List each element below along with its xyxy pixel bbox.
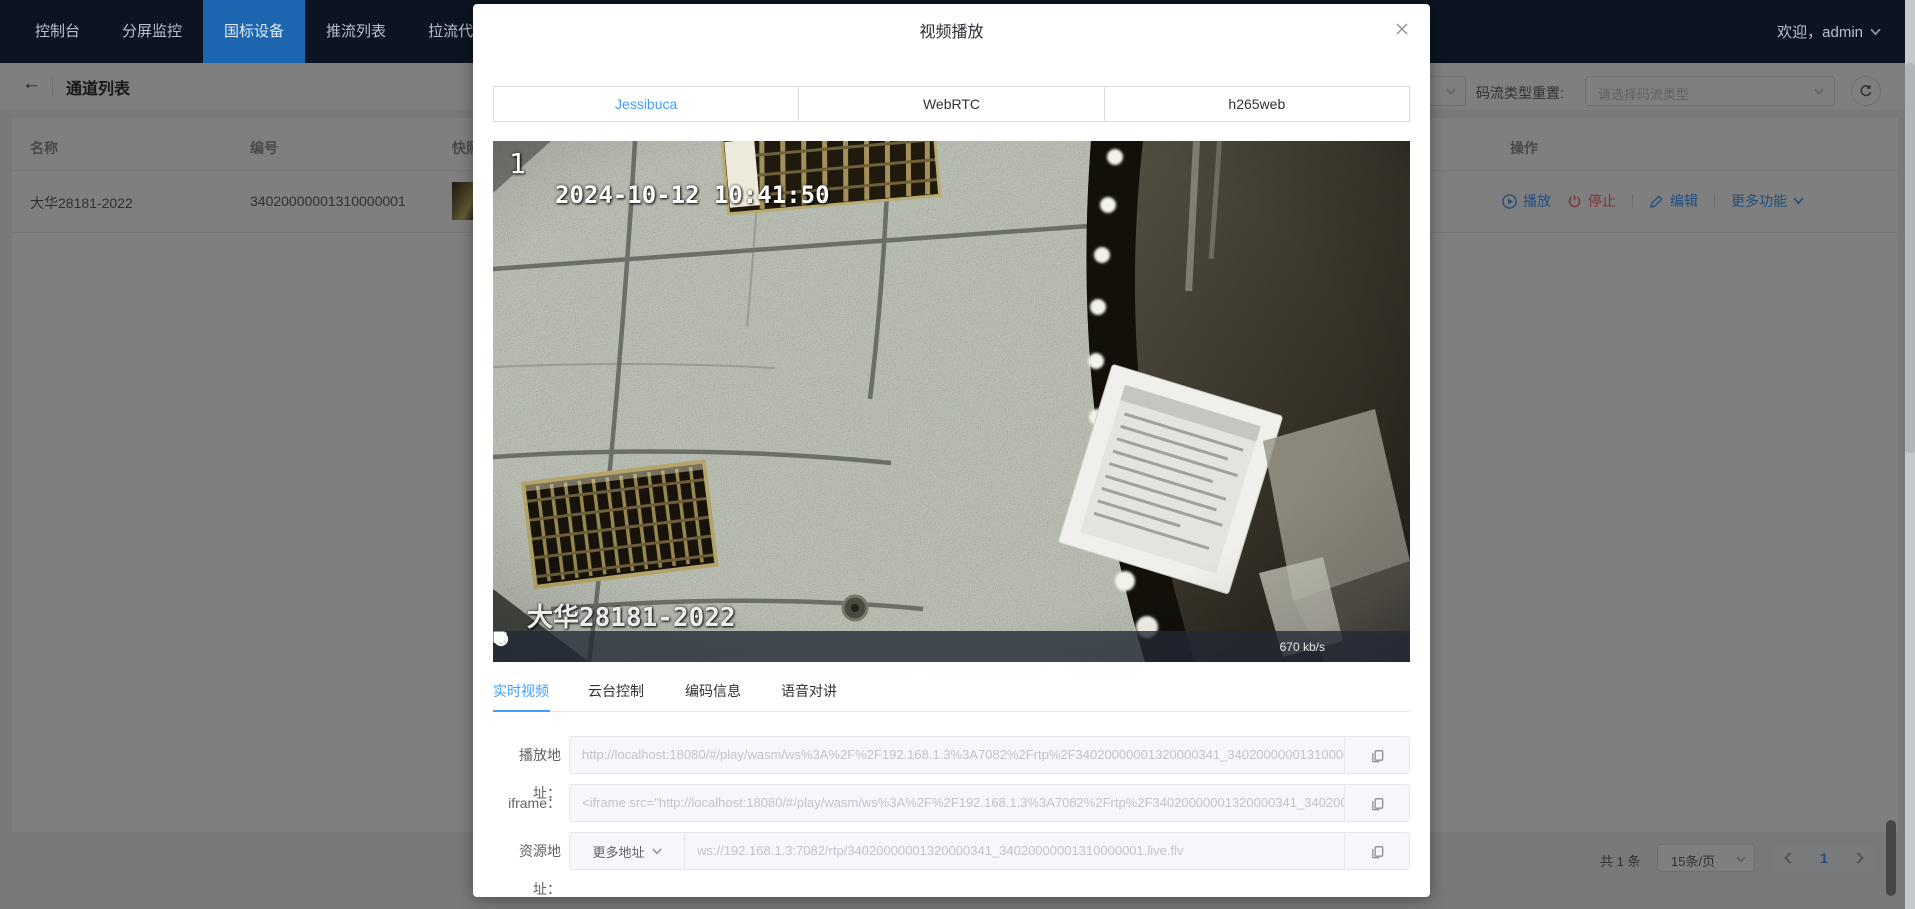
iframe-label: iframe： [493, 784, 561, 822]
osd-camera-name: 大华28181-2022 [527, 597, 736, 634]
stream-info-tabs: 实时视频 云台控制 编码信息 语音对讲 [493, 672, 1410, 712]
player-type-tabs: Jessibuca WebRTC h265web [493, 86, 1410, 122]
nav-tab-split-screen[interactable]: 分屏监控 [101, 0, 203, 63]
nav-tab-console[interactable]: 控制台 [14, 0, 101, 63]
camera-video-frame [493, 141, 1410, 662]
tab-codec-info[interactable]: 编码信息 [685, 672, 741, 712]
video-player[interactable]: 1 2024-10-12 10:41:50 大华28181-2022 670 [493, 141, 1410, 662]
app-root: ← 通道列表 码流类型重置: 请选择码流类型 名称 编号 快照 操作 大华281… [0, 0, 1915, 909]
chevron-down-icon [652, 848, 662, 855]
bitrate-indicator: 670 kb/s [1280, 640, 1325, 654]
resource-url-row: 资源地址： 更多地址 ws://192.168.1.3:7082/rtp/340… [493, 832, 1410, 870]
iframe-row: iframe： <iframe src="http://localhost:18… [493, 784, 1410, 822]
copy-iframe-button[interactable] [1345, 784, 1410, 822]
tab-h265web[interactable]: h265web [1104, 87, 1409, 121]
video-play-dialog: 视频播放 Jessibuca WebRTC h265web [473, 4, 1430, 897]
tab-voice-talk[interactable]: 语音对讲 [781, 672, 837, 712]
copy-icon [1370, 796, 1385, 811]
page-scrollbar-thumb[interactable] [1905, 63, 1915, 453]
more-addresses-dropdown[interactable]: 更多地址 [569, 832, 685, 870]
chevron-down-icon [1870, 28, 1881, 36]
copy-play-url-button[interactable] [1345, 736, 1410, 774]
user-menu[interactable]: 欢迎，admin [1777, 0, 1881, 63]
tab-webrtc[interactable]: WebRTC [798, 87, 1103, 121]
copy-icon [1370, 844, 1385, 859]
tab-jessibuca[interactable]: Jessibuca [494, 87, 798, 121]
welcome-text: 欢迎，admin [1777, 21, 1863, 42]
play-url-input[interactable]: http://localhost:18080/#/play/wasm/ws%3A… [569, 736, 1345, 774]
resource-url-label: 资源地址： [493, 832, 561, 870]
player-control-bar: 670 kb/s [493, 631, 1410, 662]
tab-ptz-control[interactable]: 云台控制 [588, 672, 644, 712]
nav-tab-push-list[interactable]: 推流列表 [305, 0, 407, 63]
osd-timestamp: 2024-10-12 10:41:50 [555, 181, 830, 209]
iframe-input[interactable]: <iframe src="http://localhost:18080/#/pl… [569, 784, 1345, 822]
resource-url-input[interactable]: ws://192.168.1.3:7082/rtp/34020000001320… [685, 832, 1345, 870]
play-url-row: 播放地址： http://localhost:18080/#/play/wasm… [493, 736, 1410, 774]
close-icon[interactable] [1391, 18, 1413, 40]
play-url-label: 播放地址： [493, 736, 561, 774]
dialog-title: 视频播放 [473, 18, 1430, 42]
copy-resource-url-button[interactable] [1345, 832, 1410, 870]
osd-channel-number: 1 [509, 147, 526, 180]
tab-live-video[interactable]: 实时视频 [493, 672, 549, 712]
active-tab-underline [493, 710, 550, 712]
nav-tab-gb-devices[interactable]: 国标设备 [203, 0, 305, 63]
copy-icon [1370, 748, 1385, 763]
nav-tabs: 控制台 分屏监控 国标设备 推流列表 拉流代理 [14, 0, 509, 63]
